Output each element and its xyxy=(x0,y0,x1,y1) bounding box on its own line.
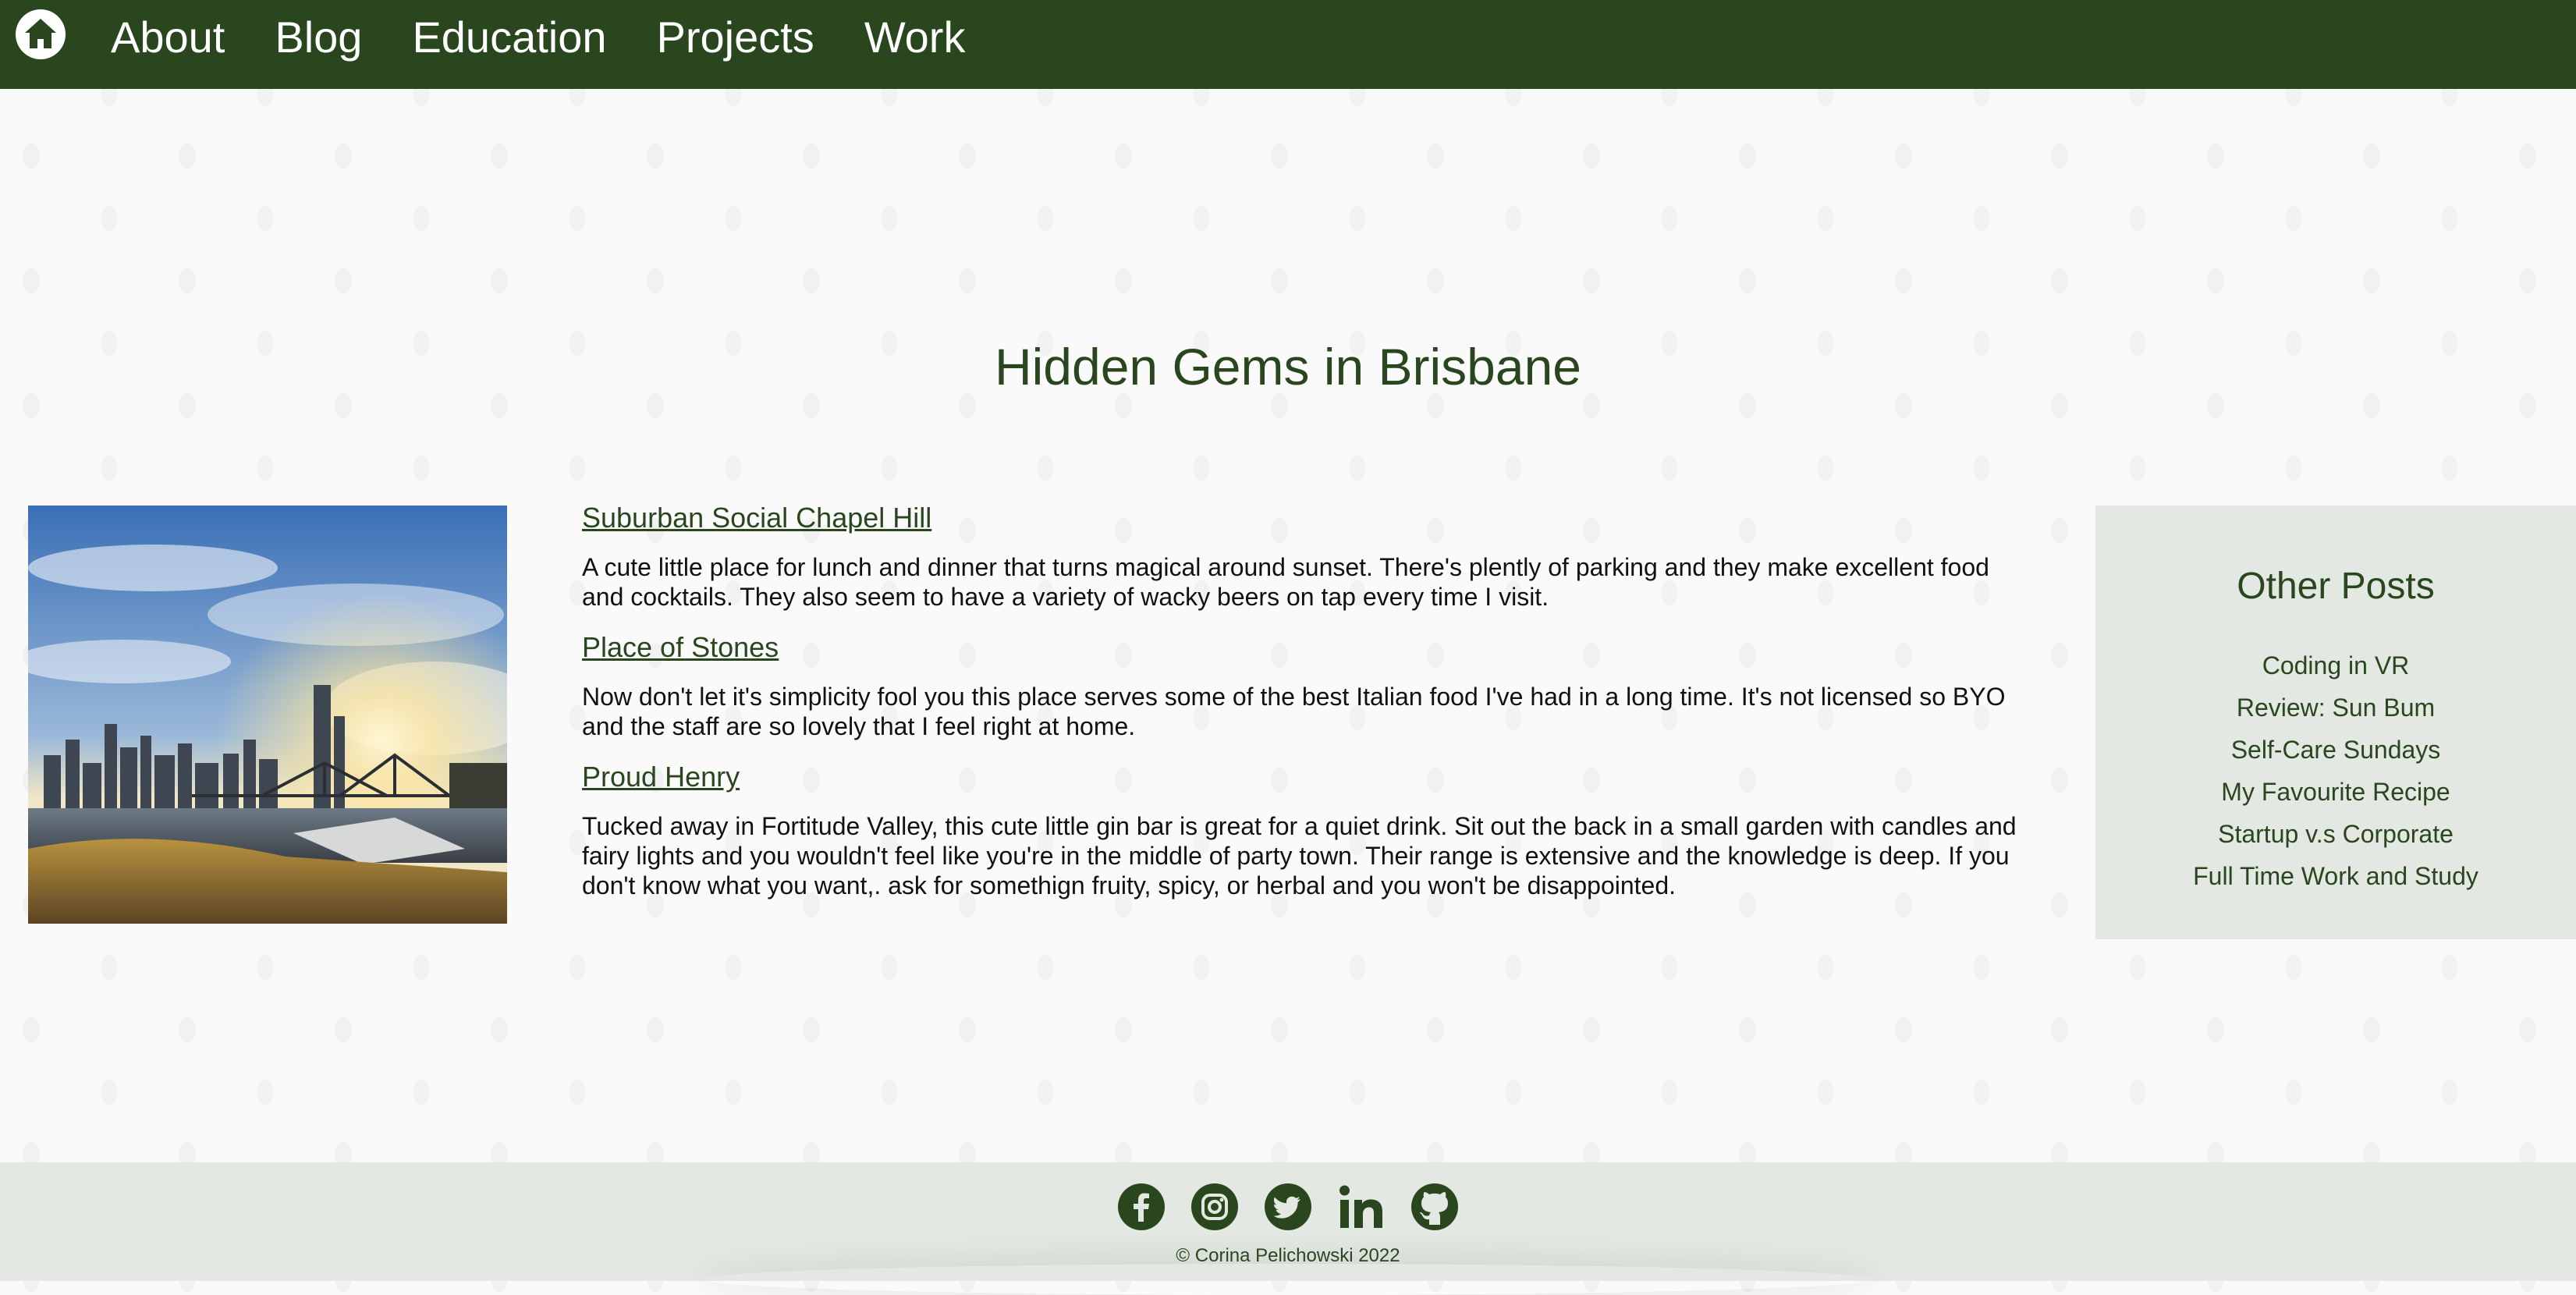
twitter-link[interactable] xyxy=(1264,1183,1312,1231)
blog-entries: Suburban Social Chapel Hill A cute littl… xyxy=(582,499,2030,917)
sidebar-title: Other Posts xyxy=(2237,566,2435,607)
entry: Proud Henry Tucked away in Fortitude Val… xyxy=(582,758,2030,900)
footer: © Corina Pelichowski 2022 xyxy=(0,1162,2576,1281)
other-posts-list: Coding in VR Review: Sun Bum Self-Care S… xyxy=(2095,644,2576,897)
nav-menu: About Blog Education Projects Work xyxy=(111,8,965,67)
footer-shadow xyxy=(702,1264,1872,1295)
sidebar-item-startup-vs-corporate[interactable]: Startup v.s Corporate xyxy=(2095,813,2576,855)
home-icon xyxy=(16,9,66,59)
home-link[interactable] xyxy=(14,8,67,61)
sidebar-item-my-favourite-recipe[interactable]: My Favourite Recipe xyxy=(2095,771,2576,813)
github-link[interactable] xyxy=(1410,1183,1459,1231)
top-navbar: About Blog Education Projects Work xyxy=(0,0,2576,89)
instagram-link[interactable] xyxy=(1190,1183,1239,1231)
twitter-icon xyxy=(1265,1183,1311,1230)
page-title: Hidden Gems in Brisbane xyxy=(994,338,1582,396)
entry-title-link[interactable]: Place of Stones xyxy=(582,629,779,666)
entry-body: Tucked away in Fortitude Valley, this cu… xyxy=(582,812,2017,899)
entry-title-link[interactable]: Suburban Social Chapel Hill xyxy=(582,499,931,537)
github-icon xyxy=(1411,1183,1458,1230)
entry-body: Now don't let it's simplicity fool you t… xyxy=(582,683,2006,740)
linkedin-link[interactable] xyxy=(1337,1183,1386,1231)
entry: Place of Stones Now don't let it's simpl… xyxy=(582,629,2030,741)
linkedin-icon xyxy=(1339,1185,1382,1228)
entry-title-link[interactable]: Proud Henry xyxy=(582,758,740,796)
entry-body: A cute little place for lunch and dinner… xyxy=(582,553,1989,611)
facebook-link[interactable] xyxy=(1117,1183,1166,1231)
other-posts-sidebar: Other Posts Coding in VR Review: Sun Bum… xyxy=(2095,506,2576,939)
entry: Suburban Social Chapel Hill A cute littl… xyxy=(582,499,2030,612)
sidebar-item-coding-in-vr[interactable]: Coding in VR xyxy=(2095,644,2576,687)
hero-image xyxy=(28,506,507,924)
instagram-icon xyxy=(1191,1183,1238,1230)
social-links xyxy=(0,1183,2576,1231)
brisbane-skyline-photo xyxy=(28,506,507,924)
nav-item-projects[interactable]: Projects xyxy=(657,8,814,67)
facebook-icon xyxy=(1118,1183,1165,1230)
nav-item-education[interactable]: Education xyxy=(412,8,606,67)
nav-item-work[interactable]: Work xyxy=(864,8,966,67)
nav-item-about[interactable]: About xyxy=(111,8,225,67)
sidebar-item-full-time-work-and-study[interactable]: Full Time Work and Study xyxy=(2095,855,2576,897)
copyright-text: © Corina Pelichowski 2022 xyxy=(1176,1245,1400,1266)
sidebar-item-review-sun-bum[interactable]: Review: Sun Bum xyxy=(2095,687,2576,729)
nav-item-blog[interactable]: Blog xyxy=(275,8,362,67)
sidebar-item-self-care-sundays[interactable]: Self-Care Sundays xyxy=(2095,729,2576,771)
